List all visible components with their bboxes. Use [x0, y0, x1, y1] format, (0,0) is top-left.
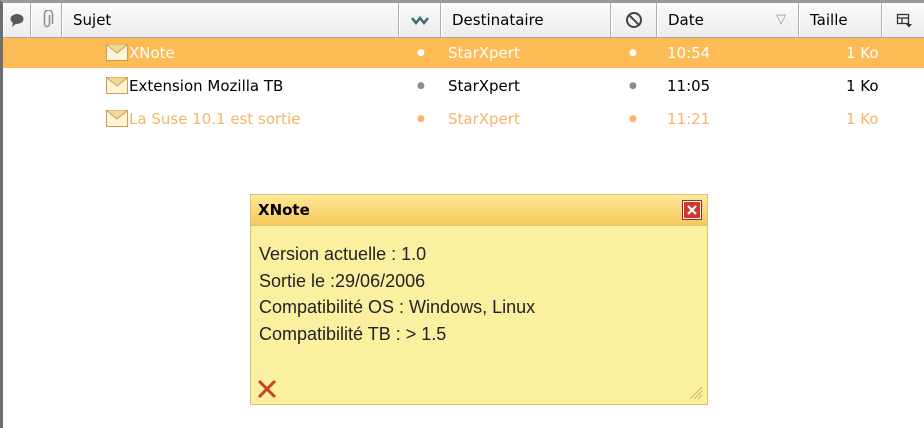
- note-line: Sortie le :29/06/2006: [259, 270, 426, 291]
- sort-descending-icon: ▽: [776, 12, 786, 27]
- column-header-bar: Sujet Destinataire Date ▽ Taille: [3, 3, 924, 38]
- read-status-icon: [411, 15, 429, 26]
- xnote-text-area[interactable]: Version actuelle : 1.0 Sortie le :29/06/…: [259, 241, 535, 347]
- subject-header-label: Sujet: [73, 11, 112, 29]
- message-size: 1 Ko: [846, 44, 879, 62]
- message-recipient: StarXpert: [448, 44, 520, 62]
- message-subject: La Suse 10.1 est sortie: [129, 110, 301, 128]
- message-subject: XNote: [129, 44, 175, 62]
- resize-grip-icon[interactable]: [685, 382, 703, 400]
- message-size: 1 Ko: [846, 77, 879, 95]
- column-picker-icon: [896, 13, 912, 28]
- size-header-label: Taille: [810, 11, 848, 29]
- junk-dot-icon[interactable]: ●: [629, 71, 637, 101]
- column-picker-button[interactable]: [882, 3, 924, 37]
- junk-icon: [626, 12, 642, 28]
- xnote-title: XNote: [258, 201, 310, 219]
- thread-icon: [10, 14, 24, 27]
- table-row[interactable]: Extension Mozilla TB ● StarXpert ● 11:05…: [3, 71, 924, 101]
- note-line: Compatibilité TB : > 1.5: [259, 323, 447, 344]
- read-dot-icon[interactable]: ●: [417, 104, 425, 134]
- date-column-header[interactable]: Date ▽: [657, 3, 799, 37]
- xnote-popup[interactable]: XNote Version actuelle : 1.0 Sortie le :…: [250, 194, 708, 405]
- message-date: 11:05: [667, 77, 711, 95]
- message-date: 10:54: [667, 44, 711, 62]
- size-column-header[interactable]: Taille: [799, 3, 882, 37]
- delete-note-icon[interactable]: [256, 378, 278, 400]
- message-subject: Extension Mozilla TB: [129, 77, 284, 95]
- envelope-read-icon: [106, 77, 128, 94]
- table-row-selected[interactable]: XNote ● StarXpert ● 10:54 1 Ko: [3, 38, 924, 68]
- message-recipient: StarXpert: [448, 110, 520, 128]
- message-size: 1 Ko: [846, 110, 879, 128]
- table-row-unread[interactable]: La Suse 10.1 est sortie ● StarXpert ● 11…: [3, 104, 924, 134]
- message-recipient: StarXpert: [448, 77, 520, 95]
- read-dot-icon[interactable]: ●: [417, 71, 425, 101]
- recipient-column-header[interactable]: Destinataire: [441, 3, 611, 37]
- junk-dot-icon[interactable]: ●: [629, 104, 637, 134]
- junk-dot-icon[interactable]: ●: [629, 38, 637, 68]
- date-header-label: Date: [668, 11, 704, 29]
- close-icon[interactable]: [682, 200, 702, 220]
- note-line: Compatibilité OS : Windows, Linux: [259, 297, 536, 317]
- attachment-column-header[interactable]: [31, 3, 62, 37]
- thread-column-header[interactable]: [3, 3, 31, 37]
- envelope-read-icon: [106, 44, 128, 61]
- status-column-header[interactable]: [399, 3, 441, 37]
- read-dot-icon[interactable]: ●: [417, 38, 425, 68]
- note-line: Version actuelle : 1.0: [259, 244, 427, 264]
- junk-column-header[interactable]: [611, 3, 657, 37]
- envelope-unread-icon: [106, 110, 128, 127]
- subject-column-header[interactable]: Sujet: [62, 3, 399, 37]
- recipient-header-label: Destinataire: [452, 11, 544, 29]
- paperclip-icon: [43, 10, 53, 28]
- message-date: 11:21: [667, 110, 711, 128]
- xnote-title-bar[interactable]: XNote: [251, 195, 707, 226]
